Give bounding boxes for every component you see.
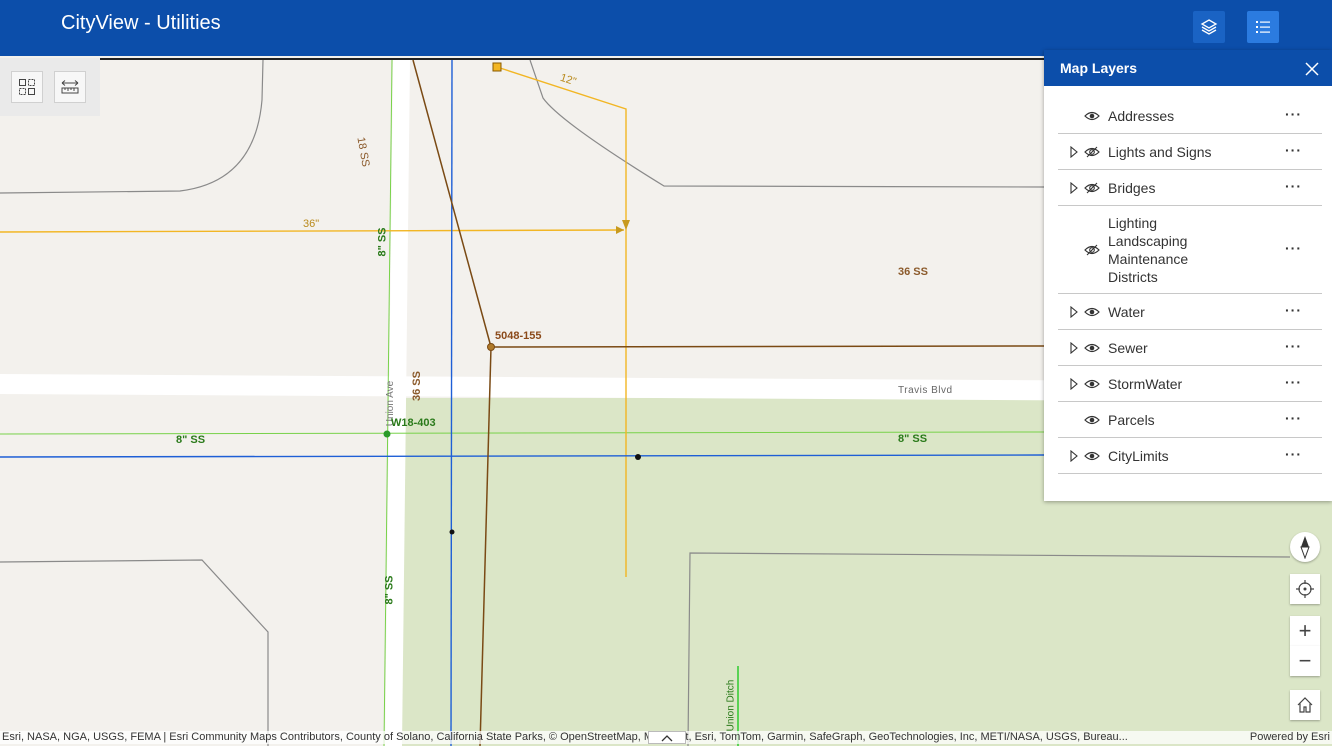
layer-row-stormwater[interactable]: StormWater ···	[1058, 366, 1322, 402]
eye-icon[interactable]	[1084, 378, 1100, 390]
layer-label: Bridges	[1108, 180, 1156, 196]
eye-icon[interactable]	[1084, 414, 1100, 426]
layer-row-water[interactable]: Water ···	[1058, 294, 1322, 330]
pipe-label: 8" SS	[176, 434, 206, 446]
compass-button[interactable]	[1290, 532, 1320, 562]
close-icon[interactable]	[1304, 61, 1320, 77]
zoom-in-button[interactable]: +	[1290, 616, 1320, 646]
pipe-label: 8" SS	[383, 575, 396, 605]
layer-list-button[interactable]	[1247, 11, 1279, 43]
layer-label: CityLimits	[1108, 448, 1169, 464]
home-button[interactable]	[1290, 690, 1320, 720]
layer-row-llmd[interactable]: Lighting Landscaping Maintenance Distric…	[1058, 206, 1322, 294]
flow-arrow	[622, 220, 630, 230]
map-tools	[0, 58, 100, 116]
layer-list: Addresses ··· Lights and Signs ··· Bridg…	[1058, 98, 1322, 474]
node-label: W18-403	[391, 417, 436, 429]
chevron-up-icon	[661, 734, 673, 741]
layer-label: Lights and Signs	[1108, 144, 1212, 160]
app-header: CityView - Utilities	[0, 0, 1332, 56]
street-label: Travis Blvd	[898, 385, 953, 396]
eye-off-icon[interactable]	[1084, 146, 1100, 158]
water-valve	[635, 454, 641, 460]
pipe-label: 36"	[303, 218, 320, 230]
layer-row-bridges[interactable]: Bridges ···	[1058, 170, 1322, 206]
flow-arrow	[616, 226, 624, 234]
ditch-label: Union Ditch	[725, 679, 737, 732]
layer-row-sewer[interactable]: Sewer ···	[1058, 330, 1322, 366]
pipe-label: 8" SS	[376, 227, 389, 257]
measure-button[interactable]	[54, 71, 86, 103]
select-icon	[19, 79, 35, 95]
layer-row-parcels[interactable]: Parcels ···	[1058, 402, 1322, 438]
layer-label: Addresses	[1108, 108, 1175, 124]
eye-off-icon[interactable]	[1084, 182, 1100, 194]
more-options-button[interactable]: ···	[1285, 240, 1302, 256]
layer-label: Sewer	[1108, 340, 1148, 356]
eye-icon[interactable]	[1084, 450, 1100, 462]
water-main	[450, 60, 453, 746]
water-valve	[449, 529, 455, 535]
more-options-button[interactable]: ···	[1285, 106, 1302, 122]
layer-row-addresses[interactable]: Addresses ···	[1058, 98, 1322, 134]
panel-header: Map Layers	[1044, 50, 1332, 86]
more-options-button[interactable]: ···	[1285, 446, 1302, 462]
parcel-line	[529, 60, 1046, 188]
sewer-line-yellow	[0, 229, 625, 233]
ruler-icon	[61, 80, 79, 94]
select-button[interactable]	[11, 71, 43, 103]
panel-title: Map Layers	[1060, 60, 1138, 76]
layer-label: Water	[1108, 304, 1145, 320]
caret-right-icon[interactable]	[1069, 146, 1079, 158]
list-icon	[1256, 21, 1270, 33]
layer-panel: Map Layers Addresses ··· Lights and Sign…	[1044, 50, 1332, 501]
layer-label: Parcels	[1108, 412, 1155, 428]
layers-icon	[1200, 19, 1218, 35]
caret-right-icon[interactable]	[1069, 182, 1079, 194]
eye-icon[interactable]	[1084, 110, 1100, 122]
pipe-label: 36 SS	[410, 371, 423, 401]
pipe-label: 8" SS	[898, 433, 928, 445]
zoom-out-button[interactable]: −	[1290, 646, 1320, 676]
layer-row-citylimits[interactable]: CityLimits ···	[1058, 438, 1322, 474]
powered-by[interactable]: Powered by Esri	[1250, 731, 1330, 743]
locate-button[interactable]	[1290, 574, 1320, 604]
attribution-toggle[interactable]	[648, 731, 686, 744]
sewer-node-green	[383, 430, 391, 438]
more-options-button[interactable]: ···	[1285, 410, 1302, 426]
more-options-button[interactable]: ···	[1285, 142, 1302, 158]
more-options-button[interactable]: ···	[1285, 374, 1302, 390]
layer-label: Lighting Landscaping Maintenance Distric…	[1108, 215, 1189, 285]
more-options-button[interactable]: ···	[1285, 178, 1302, 194]
sewer-node	[492, 62, 502, 72]
attribution-text: Esri, NASA, NGA, USGS, FEMA | Esri Commu…	[2, 731, 1128, 743]
caret-right-icon[interactable]	[1069, 450, 1079, 462]
eye-icon[interactable]	[1084, 306, 1100, 318]
locate-icon	[1296, 580, 1314, 598]
layer-label: StormWater	[1108, 376, 1183, 392]
storm-node	[487, 343, 495, 351]
eye-icon[interactable]	[1084, 342, 1100, 354]
layers-button[interactable]	[1193, 11, 1225, 43]
node-label: 5048-155	[495, 330, 542, 342]
compass-icon	[1300, 536, 1310, 559]
eye-off-icon[interactable]	[1084, 244, 1100, 256]
caret-right-icon[interactable]	[1069, 378, 1079, 390]
home-icon	[1297, 697, 1313, 713]
more-options-button[interactable]: ···	[1285, 302, 1302, 318]
storm-line	[490, 345, 1046, 348]
app-title: CityView - Utilities	[61, 12, 221, 34]
caret-right-icon[interactable]	[1069, 306, 1079, 318]
parcel-line	[0, 559, 269, 746]
caret-right-icon[interactable]	[1069, 342, 1079, 354]
pipe-label: 36 SS	[898, 266, 928, 278]
more-options-button[interactable]: ···	[1285, 338, 1302, 354]
layer-row-lights-and-signs[interactable]: Lights and Signs ···	[1058, 134, 1322, 170]
